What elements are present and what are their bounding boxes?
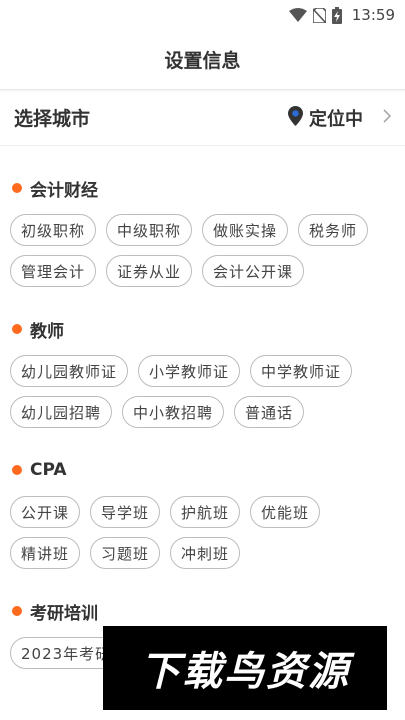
- tag-chip[interactable]: 管理会计: [10, 255, 97, 287]
- tag-chip[interactable]: 证券从业: [106, 255, 193, 287]
- title-bar: 设置信息: [0, 30, 405, 90]
- chevron-right-icon: [383, 108, 392, 127]
- section-dot-icon: [12, 183, 22, 193]
- section-dot-icon: [12, 465, 22, 475]
- section-title: 会计财经: [30, 180, 98, 201]
- tag-chip[interactable]: 公开课: [10, 496, 81, 528]
- section-header: 考研培训: [12, 599, 395, 624]
- wifi-icon: [288, 8, 307, 22]
- tag-chip[interactable]: 习题班: [90, 537, 161, 569]
- tag-chip[interactable]: 做账实操: [202, 214, 289, 246]
- section-title: 考研培训: [30, 603, 98, 624]
- battery-charging-icon: [331, 6, 342, 24]
- tag-chip[interactable]: 会计公开课: [202, 255, 305, 287]
- tag-chip[interactable]: 普通话: [234, 396, 305, 428]
- section-header: 会计财经: [12, 176, 395, 201]
- section-accounting: 会计财经 初级职称 中级职称 做账实操 税务师 管理会计 证券从业 会计公开课: [10, 146, 395, 287]
- watermark-logo: 下载鸟资源: [103, 626, 387, 710]
- section-cpa: CPA 公开课 导学班 护航班 优能班 精讲班 习题班 冲刺班: [10, 428, 395, 569]
- section-title: 教师: [30, 321, 64, 342]
- tag-chip[interactable]: 中小教招聘: [122, 396, 225, 428]
- watermark-text: 下载鸟资源: [140, 649, 350, 695]
- tag-chip[interactable]: 幼儿园招聘: [10, 396, 113, 428]
- page-title: 设置信息: [164, 50, 241, 72]
- tag-chip[interactable]: 优能班: [250, 496, 321, 528]
- tag-chip[interactable]: 中级职称: [106, 214, 193, 246]
- tag-list: 幼儿园教师证 小学教师证 中学教师证 幼儿园招聘 中小教招聘 普通话: [10, 355, 395, 428]
- section-dot-icon: [12, 606, 22, 616]
- category-list: 会计财经 初级职称 中级职称 做账实操 税务师 管理会计 证券从业 会计公开课 …: [0, 146, 405, 669]
- city-selector-row[interactable]: 选择城市 定位中: [0, 90, 405, 146]
- tag-chip[interactable]: 小学教师证: [138, 355, 241, 387]
- tag-chip[interactable]: 精讲班: [10, 537, 81, 569]
- tag-list: 初级职称 中级职称 做账实操 税务师 管理会计 证券从业 会计公开课: [10, 214, 395, 287]
- status-time: 13:59: [351, 6, 395, 24]
- location-area[interactable]: 定位中: [288, 105, 392, 131]
- tag-chip[interactable]: 税务师: [298, 214, 369, 246]
- section-dot-icon: [12, 324, 22, 334]
- tag-chip[interactable]: 冲刺班: [170, 537, 241, 569]
- location-status: 定位中: [309, 108, 363, 130]
- tag-chip[interactable]: 幼儿园教师证: [10, 355, 129, 387]
- no-sim-icon: [312, 7, 326, 23]
- section-teacher: 教师 幼儿园教师证 小学教师证 中学教师证 幼儿园招聘 中小教招聘 普通话: [10, 287, 395, 428]
- section-header: 教师: [12, 317, 395, 342]
- tag-chip[interactable]: 导学班: [90, 496, 161, 528]
- tag-chip[interactable]: 初级职称: [10, 214, 97, 246]
- city-label: 选择城市: [14, 108, 91, 130]
- tag-list: 公开课 导学班 护航班 优能班 精讲班 习题班 冲刺班: [10, 496, 395, 569]
- section-header: CPA: [12, 458, 395, 482]
- tag-chip[interactable]: 中学教师证: [250, 355, 353, 387]
- tag-chip[interactable]: 护航班: [170, 496, 241, 528]
- section-title: CPA: [30, 460, 67, 480]
- status-bar: 13:59: [0, 0, 405, 30]
- location-pin-icon: [288, 105, 303, 130]
